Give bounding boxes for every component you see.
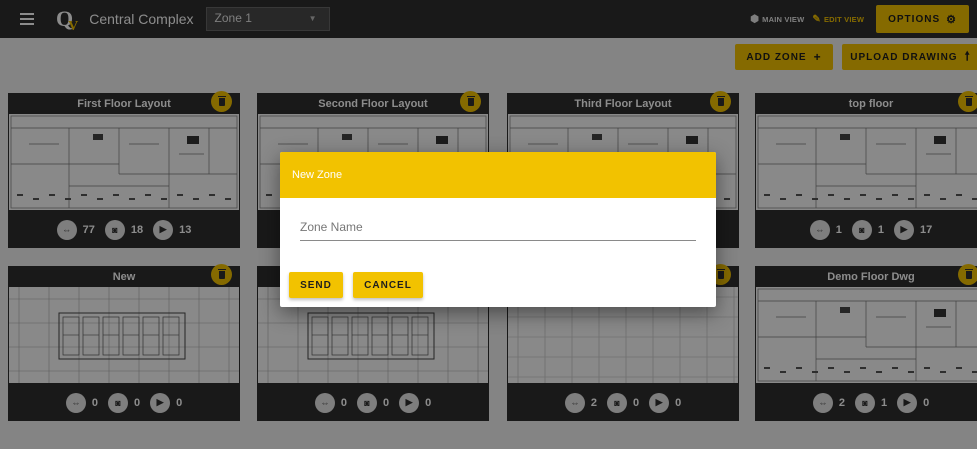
zone-name-input[interactable] bbox=[300, 218, 696, 241]
send-button[interactable]: SEND bbox=[289, 272, 343, 298]
cancel-button[interactable]: CANCEL bbox=[353, 272, 423, 298]
zone-name-field bbox=[300, 218, 696, 241]
dialog-title: New Zone bbox=[280, 152, 716, 198]
new-zone-dialog: New Zone SEND CANCEL bbox=[280, 152, 716, 307]
